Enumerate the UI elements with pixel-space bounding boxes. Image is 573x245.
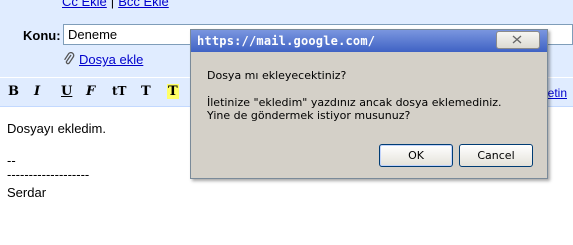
font-button[interactable]: F — [86, 84, 95, 99]
close-icon — [512, 35, 522, 44]
ok-button[interactable]: OK — [379, 144, 453, 167]
cc-bcc-links: Cc Ekle | Bcc Ekle — [62, 0, 169, 9]
confirm-dialog: https://mail.google.com/ Dosya mı ekleye… — [190, 29, 548, 179]
body-line: Serdar — [7, 185, 47, 200]
underline-button[interactable]: U — [61, 84, 72, 99]
italic-button[interactable]: I — [34, 84, 40, 99]
attach-file-link[interactable]: Dosya ekle — [79, 52, 143, 67]
dialog-message: İletinize "ekledim" yazdınız ancak dosya… — [207, 96, 502, 122]
dialog-question: Dosya mı ekleyecektiniz? — [207, 69, 347, 82]
body-line: Dosyayı ekledim. — [7, 121, 106, 136]
text-color-button[interactable]: T — [141, 84, 151, 99]
close-button[interactable] — [496, 31, 540, 49]
paperclip-icon — [63, 52, 75, 69]
add-bcc-link[interactable]: Bcc Ekle — [118, 0, 169, 9]
attach-file[interactable]: Dosya ekle — [63, 52, 143, 69]
cancel-button[interactable]: Cancel — [459, 144, 533, 167]
body-line: -- — [7, 153, 16, 168]
dialog-title: https://mail.google.com/ — [197, 34, 376, 48]
highlight-button[interactable]: T — [167, 84, 179, 99]
font-size-button[interactable]: tT — [112, 84, 126, 98]
dialog-titlebar[interactable]: https://mail.google.com/ — [191, 30, 547, 52]
toolbar-right-link[interactable]: etin — [548, 86, 567, 100]
body-line: ------------------- — [7, 167, 90, 182]
link-separator: | — [110, 0, 115, 9]
bold-button[interactable]: B — [8, 84, 19, 99]
add-cc-link[interactable]: Cc Ekle — [62, 0, 107, 9]
subject-label: Konu: — [23, 28, 61, 43]
